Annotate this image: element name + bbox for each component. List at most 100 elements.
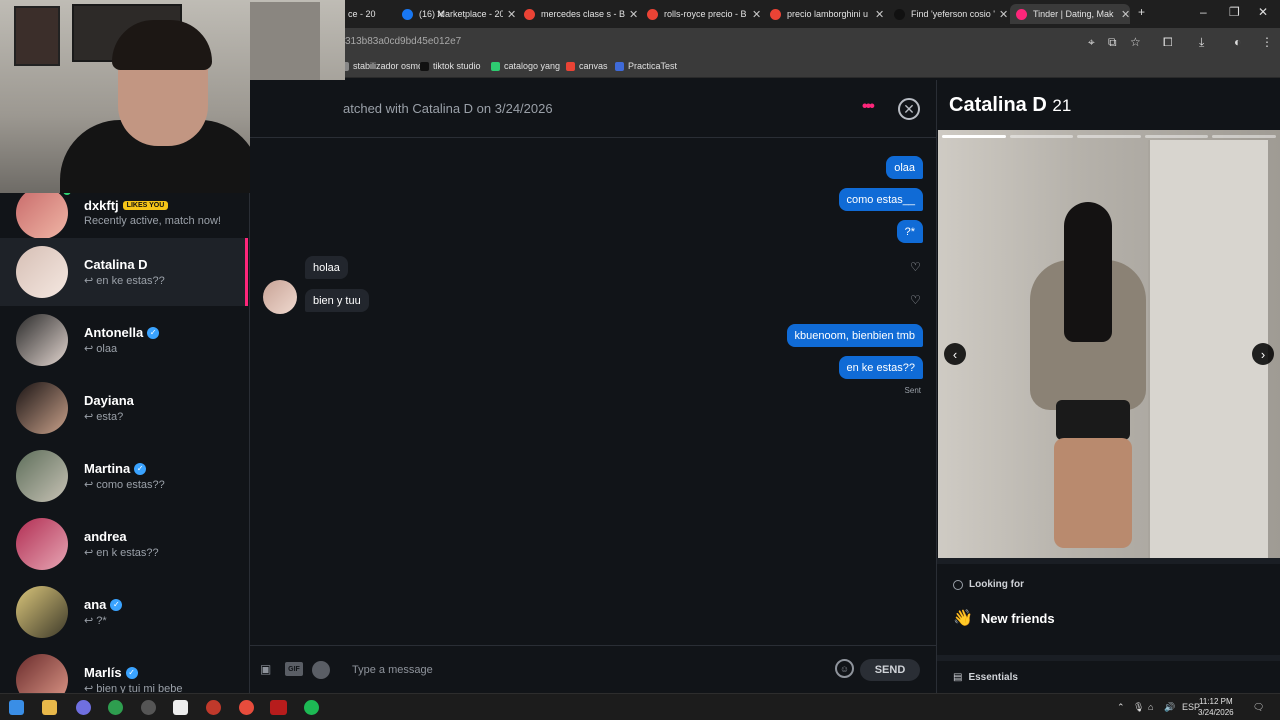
profile-photo[interactable]: ‹ › — [938, 130, 1280, 558]
app-icon[interactable] — [206, 700, 221, 715]
like-message-icon[interactable]: ♡ — [910, 293, 921, 307]
match-last-message: ↩ olaa — [84, 343, 118, 355]
match-name: Antonella — [84, 325, 144, 340]
spotify-taskbar-icon[interactable] — [304, 700, 319, 715]
profile-avatar-icon[interactable]: ◐ — [1234, 35, 1241, 49]
bookmark-item[interactable]: canvas — [566, 61, 608, 71]
bookmark-item[interactable]: tiktok studio — [420, 61, 481, 71]
avatar — [16, 450, 68, 502]
match-avatar[interactable] — [263, 280, 297, 314]
match-name-row: dxkftj LIKES YOU — [84, 198, 169, 213]
match-list-item[interactable]: Antonella ✓ ↩ olaa — [0, 306, 248, 374]
tab-title: rolls-royce precio - B — [664, 9, 747, 19]
match-list-item[interactable]: Catalina D ↩ en ke estas?? — [0, 238, 248, 306]
tab-close-icon[interactable]: ✕ — [1121, 8, 1130, 21]
looking-for-value: New friends — [980, 610, 1055, 626]
section-divider — [937, 655, 1280, 661]
browser-tab[interactable]: (16) Marketplace - 20 ✕ — [396, 4, 516, 24]
like-message-icon[interactable]: ♡ — [910, 260, 921, 274]
app-icon[interactable] — [76, 700, 91, 715]
new-tab-button[interactable]: + — [1138, 5, 1145, 19]
extensions-icon[interactable]: ⧠ — [1163, 35, 1173, 50]
window-close-icon[interactable]: ✕ — [1258, 5, 1268, 19]
chat-panel: atched with Catalina D on 3/24/2026 ••• … — [250, 80, 936, 693]
microphone-icon[interactable]: 🎙 — [1133, 702, 1144, 713]
received-message[interactable]: holaa — [305, 256, 348, 279]
tray-chevron-icon[interactable]: ⌃ — [1117, 702, 1125, 713]
sent-message[interactable]: en ke estas?? — [838, 356, 923, 379]
match-list-item[interactable]: ana ✓ ↩ ?* — [0, 578, 248, 646]
photo-progress-bars — [942, 135, 1276, 138]
verified-badge-icon: ✓ — [147, 326, 160, 339]
capcut-icon[interactable] — [173, 700, 188, 715]
browser-tab[interactable]: precio lamborghini u ✕ — [764, 4, 884, 24]
photo-progress-segment — [942, 135, 1006, 138]
bookmark-item[interactable]: stabilizador osmo7 — [340, 61, 428, 71]
system-clock[interactable]: 11:12 PM 3/24/2026 — [1198, 696, 1234, 718]
sent-message[interactable]: kbuenoom, bienbien tmb — [786, 324, 923, 347]
windows-start-icon[interactable] — [9, 700, 24, 715]
browser-menu-icon[interactable]: ⋮ — [1261, 35, 1273, 49]
avatar — [16, 586, 68, 638]
emoji-icon[interactable]: ☺ — [835, 659, 854, 678]
tiktok-icon — [894, 8, 905, 20]
photo-figure-legs — [1054, 438, 1132, 548]
next-photo-icon[interactable]: › — [1252, 343, 1274, 365]
send-button[interactable]: SEND — [860, 659, 920, 681]
received-message[interactable]: bien y tuu — [305, 289, 369, 312]
webcam-wall-unit — [250, 2, 320, 82]
volume-icon[interactable]: 🔊 — [1164, 702, 1175, 713]
bookmark-label: PracticaTest — [628, 61, 678, 71]
opera-icon[interactable] — [239, 700, 254, 715]
match-last-message: ↩ ?* — [84, 615, 107, 627]
match-list-item[interactable]: andrea ↩ en k estas?? — [0, 510, 248, 578]
file-explorer-icon[interactable] — [42, 700, 57, 715]
location-icon[interactable]: ⌖ — [1088, 35, 1095, 50]
match-name-row: Dayiana — [84, 393, 134, 408]
tab-close-icon[interactable]: ✕ — [875, 8, 884, 21]
section-divider — [937, 558, 1280, 564]
tab-close-icon[interactable]: ✕ — [999, 8, 1008, 21]
chat-title: atched with Catalina D on 3/24/2026 — [343, 101, 553, 116]
match-list-item[interactable]: Dayiana ↩ esta? — [0, 374, 248, 442]
bookmark-item[interactable]: PracticaTest — [615, 61, 677, 71]
looking-for-value-row: 👋 New friends — [953, 608, 1055, 628]
more-options-icon[interactable]: ••• — [862, 98, 875, 116]
message-input[interactable]: Type a message — [352, 664, 433, 676]
tab-close-icon[interactable]: ✕ — [752, 8, 761, 21]
tab-close-icon[interactable]: ✕ — [507, 8, 516, 21]
chrome-icon[interactable] — [108, 700, 123, 715]
sent-message[interactable]: ?* — [896, 220, 923, 243]
bookmark-star-icon[interactable]: ☆ — [1130, 35, 1141, 49]
minimize-icon[interactable]: – — [1200, 5, 1207, 19]
install-app-icon[interactable]: ⧉ — [1108, 35, 1117, 50]
restore-icon[interactable]: ❐ — [1229, 5, 1240, 19]
sent-message[interactable]: olaa — [886, 156, 923, 179]
app-icon[interactable] — [270, 700, 287, 715]
previous-photo-icon[interactable]: ‹ — [944, 343, 966, 365]
spotify-icon[interactable] — [312, 661, 330, 679]
notifications-icon[interactable]: 🗨 — [1253, 702, 1264, 713]
tab-close-icon[interactable]: ✕ — [629, 8, 638, 21]
app-icon[interactable] — [141, 700, 156, 715]
url-text[interactable]: 313b83a0cd9bd45e012e7 — [345, 36, 461, 47]
browser-tab[interactable]: rolls-royce precio - B ✕ — [641, 4, 761, 24]
sent-message[interactable]: como estas__ — [838, 188, 923, 211]
profile-name: Catalina D — [949, 94, 1047, 116]
download-icon[interactable]: ⤓ — [1199, 35, 1204, 50]
match-list-item[interactable]: Martina ✓ ↩ como estas?? — [0, 442, 248, 510]
browser-tab[interactable]: mercedes clase s - Bu ✕ — [518, 4, 638, 24]
contact-card-icon[interactable]: ▣ — [260, 662, 271, 676]
browser-tab[interactable]: Tinder | Dating, Mak ✕ — [1010, 4, 1131, 24]
message-composer: ▣ GIF Type a message ☺ SEND — [250, 645, 936, 693]
looking-for-label: Looking for — [969, 579, 1024, 590]
match-name-row: Martina ✓ — [84, 461, 147, 476]
gif-button[interactable]: GIF — [285, 662, 303, 676]
chat-header: atched with Catalina D on 3/24/2026 ••• … — [250, 80, 936, 138]
network-icon[interactable]: ⌂ — [1148, 702, 1153, 712]
essentials-label: Essentials — [968, 672, 1018, 683]
bookmark-item[interactable]: catalogo yang — [491, 61, 560, 71]
avatar — [16, 187, 68, 239]
close-chat-button[interactable]: ✕ — [898, 98, 920, 120]
browser-tab[interactable]: Find 'yeferson cosio ' ✕ — [888, 4, 1008, 24]
